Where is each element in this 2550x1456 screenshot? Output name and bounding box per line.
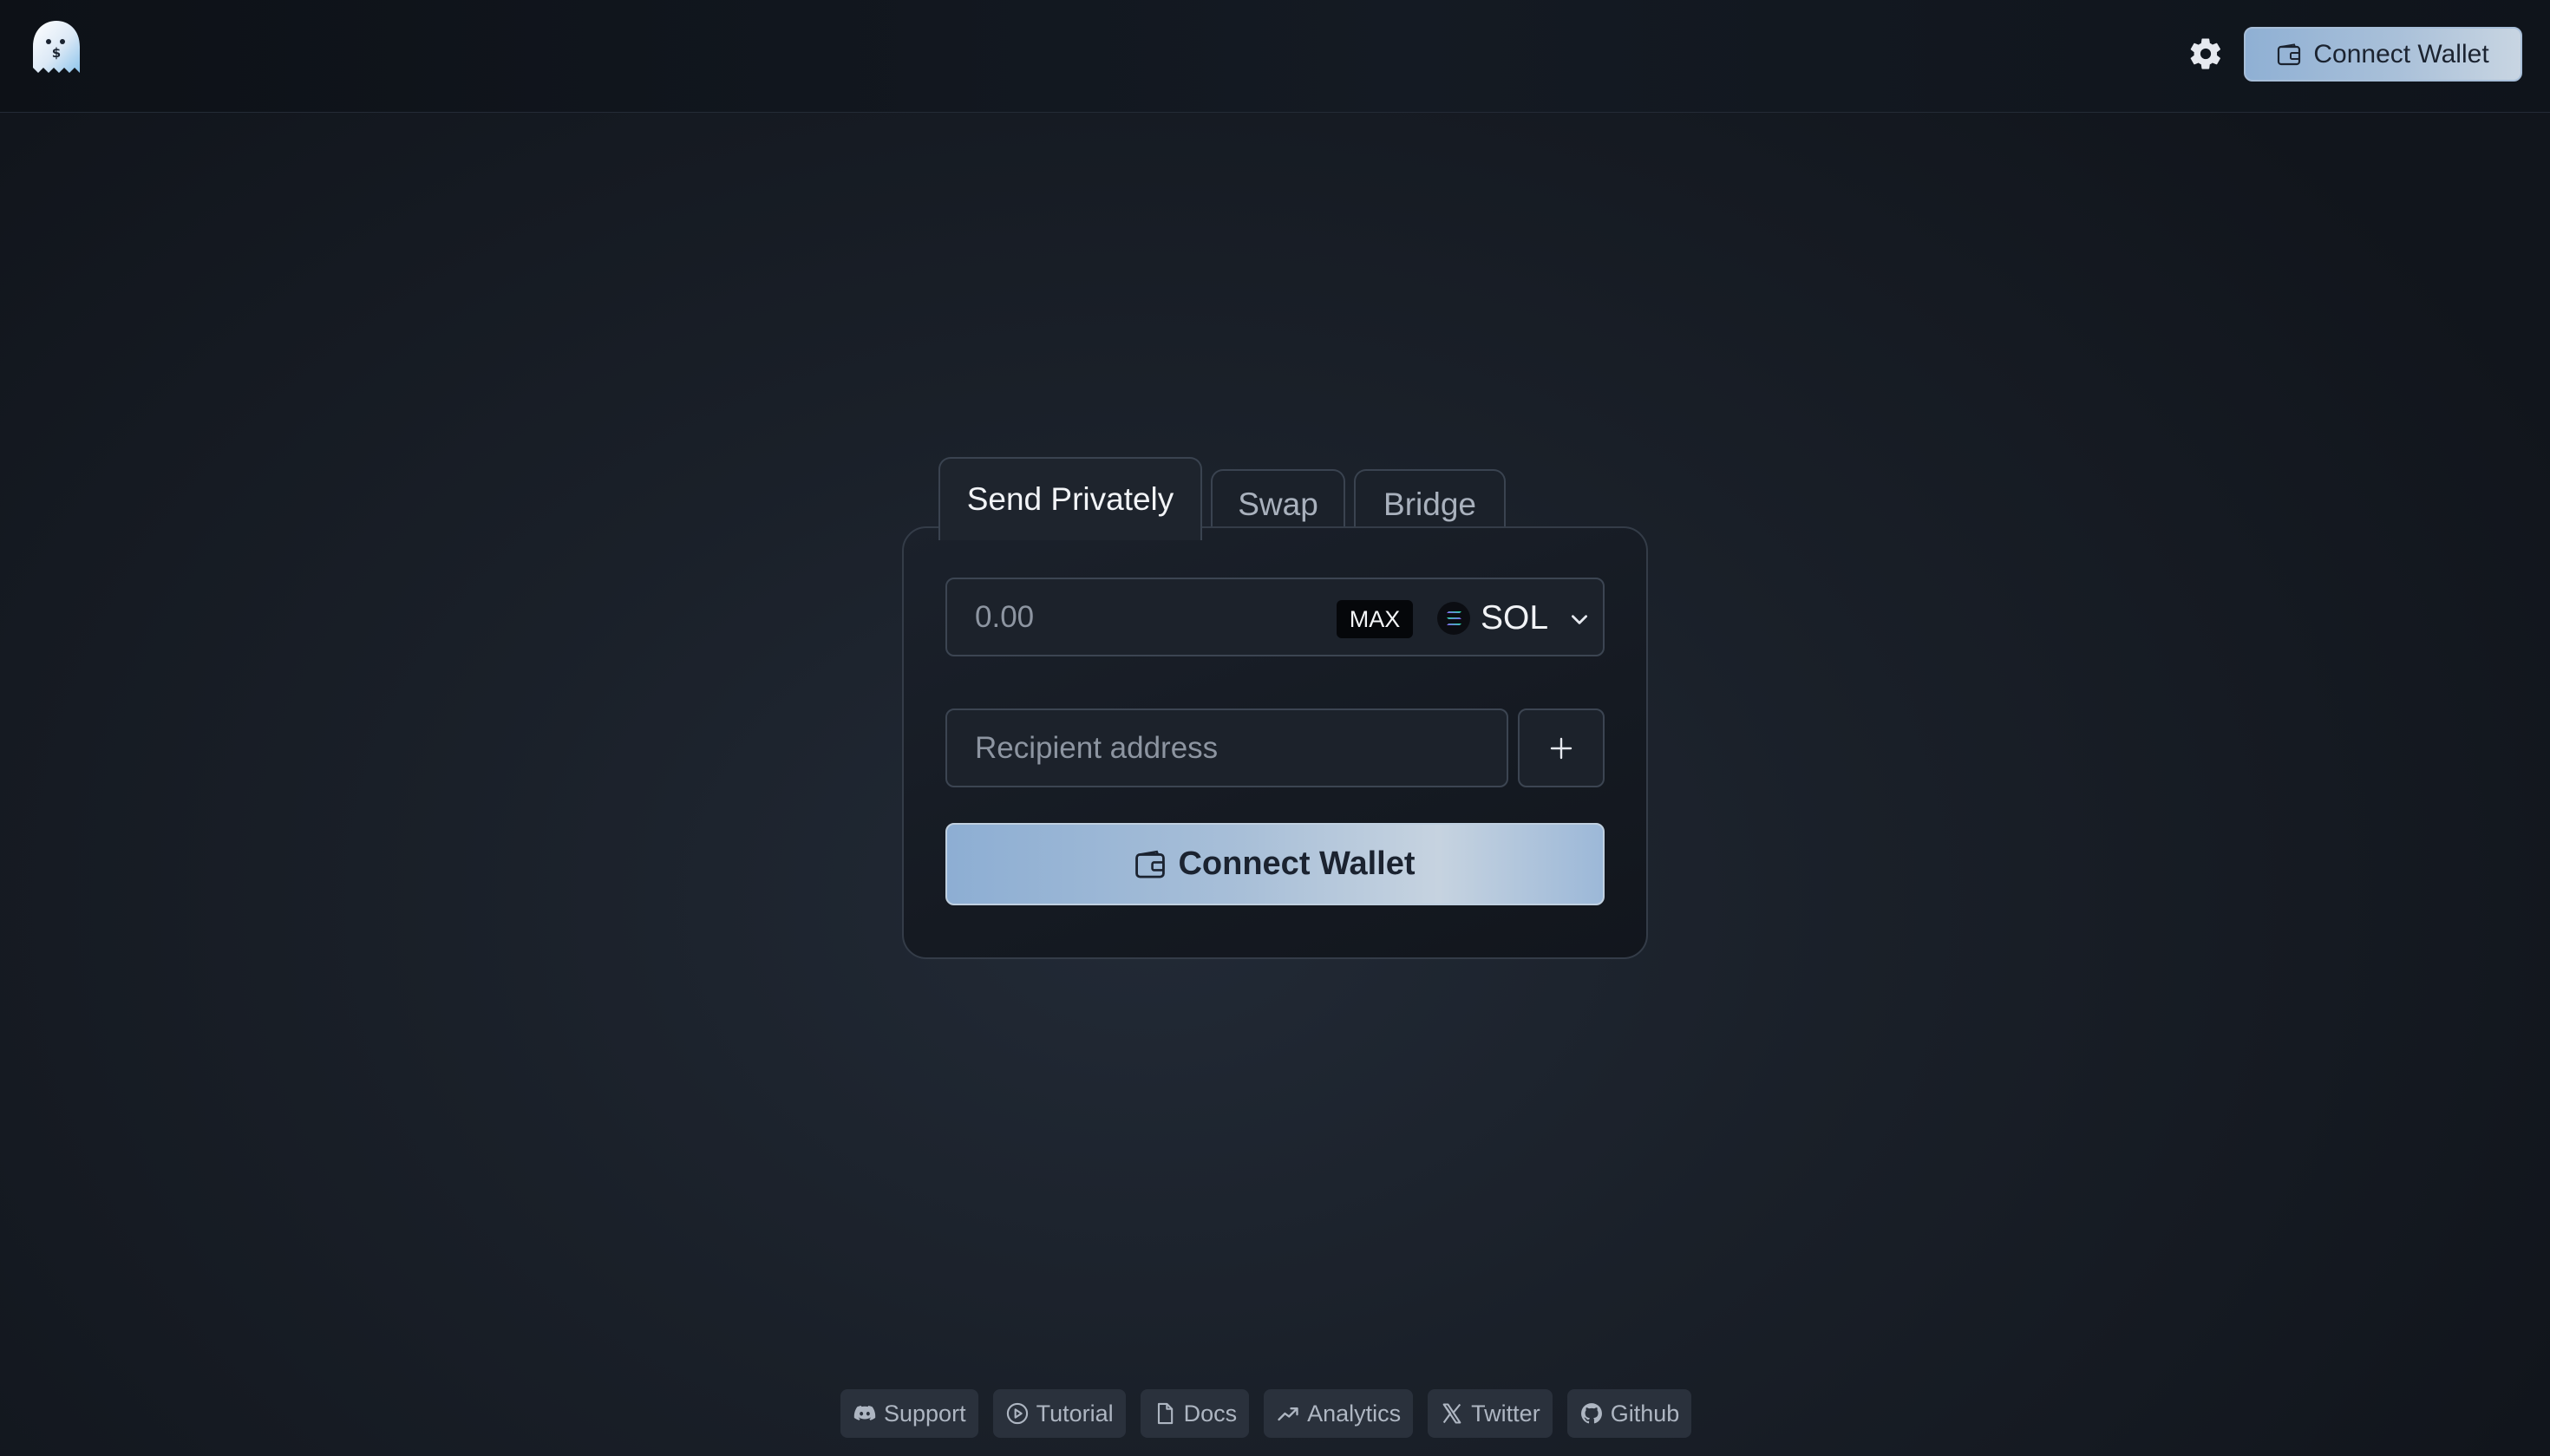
add-recipient-button[interactable] <box>1518 708 1605 787</box>
connect-wallet-header-label: Connect Wallet <box>2313 39 2489 69</box>
tab-label: Send Privately <box>966 481 1174 517</box>
footer-link-label: Twitter <box>1471 1400 1540 1427</box>
footer-link-github[interactable]: Github <box>1566 1389 1692 1438</box>
footer-link-label: Github <box>1610 1400 1680 1427</box>
chevron-down-icon <box>1572 615 1587 624</box>
footer-links: Support Tutorial Docs Analytics Twitter … <box>840 1389 1692 1438</box>
max-button[interactable]: MAX <box>1337 600 1413 638</box>
recipient-address-input[interactable] <box>975 731 1478 766</box>
footer-link-analytics[interactable]: Analytics <box>1264 1389 1414 1438</box>
footer-link-docs[interactable]: Docs <box>1140 1389 1250 1438</box>
settings-gear-icon[interactable] <box>2187 36 2224 72</box>
footer-link-label: Analytics <box>1307 1400 1402 1427</box>
recipient-field-container <box>945 708 1508 787</box>
amount-field-container: MAX SOL <box>945 578 1605 656</box>
discord-icon <box>853 1406 876 1420</box>
play-circle-icon <box>1006 1402 1028 1425</box>
top-navbar: $ Connect Wallet <box>0 0 2550 113</box>
token-label: SOL <box>1481 599 1549 637</box>
connect-wallet-header-button[interactable]: Connect Wallet <box>2244 27 2522 82</box>
tab-send-privately[interactable]: Send Privately <box>938 457 1202 540</box>
footer-link-support[interactable]: Support <box>840 1389 978 1438</box>
x-logo-icon <box>1442 1403 1461 1424</box>
footer-link-label: Support <box>884 1400 966 1427</box>
svg-text:$: $ <box>52 45 61 61</box>
token-selector[interactable]: SOL <box>1435 593 1600 643</box>
solana-icon <box>1437 602 1470 635</box>
wallet-icon <box>1135 850 1166 878</box>
ghost-logo-icon[interactable]: $ <box>29 19 83 76</box>
max-label: MAX <box>1349 605 1401 632</box>
footer-link-twitter[interactable]: Twitter <box>1428 1389 1553 1438</box>
plus-icon <box>1550 737 1572 759</box>
footer-link-tutorial[interactable]: Tutorial <box>992 1389 1126 1438</box>
footer-link-label: Docs <box>1183 1400 1238 1427</box>
amount-input[interactable] <box>975 600 1287 635</box>
tab-label: Bridge <box>1383 486 1476 522</box>
github-icon <box>1580 1403 1602 1424</box>
connect-wallet-label: Connect Wallet <box>1178 846 1416 882</box>
trend-up-icon <box>1278 1407 1298 1421</box>
connect-wallet-button[interactable]: Connect Wallet <box>945 823 1605 905</box>
footer-link-label: Tutorial <box>1036 1400 1114 1427</box>
tab-label: Swap <box>1238 486 1318 522</box>
wallet-icon <box>2278 42 2301 65</box>
file-icon <box>1157 1402 1173 1425</box>
